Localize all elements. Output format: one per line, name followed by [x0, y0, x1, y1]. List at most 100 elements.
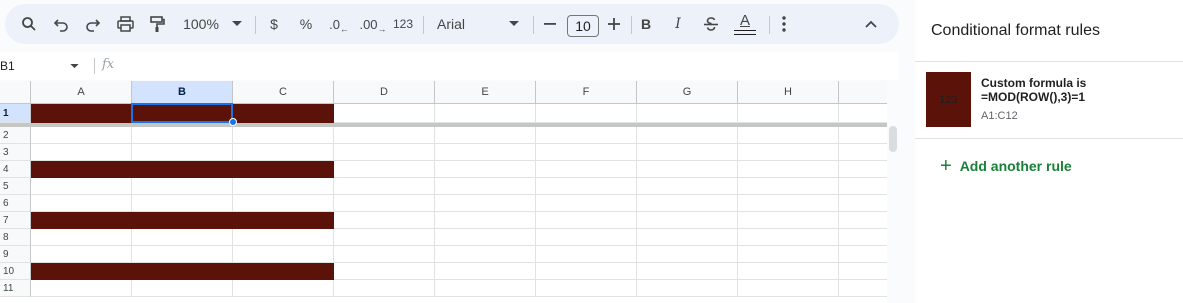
select-all-corner[interactable]: [0, 81, 31, 104]
decrease-font-size-icon[interactable]: [541, 4, 559, 44]
cell-c3[interactable]: [233, 144, 334, 161]
cell-b8[interactable]: [132, 229, 233, 246]
cell-c6[interactable]: [233, 195, 334, 212]
cell-b5[interactable]: [132, 178, 233, 195]
cell-g3[interactable]: [637, 144, 738, 161]
column-header-a[interactable]: A: [31, 81, 132, 104]
cell-i11[interactable]: [839, 280, 887, 297]
cell-c11[interactable]: [233, 280, 334, 297]
cell-c5[interactable]: [233, 178, 334, 195]
cell-a9[interactable]: [31, 246, 132, 263]
decrease-decimal-button[interactable]: .0 ←: [327, 4, 351, 44]
column-header-c[interactable]: C: [233, 81, 334, 104]
cell-c9[interactable]: [233, 246, 334, 263]
cell-f4[interactable]: [536, 161, 637, 178]
cell-a5[interactable]: [31, 178, 132, 195]
more-vert-icon[interactable]: [777, 4, 791, 44]
increase-decimal-button[interactable]: .00 →: [359, 4, 387, 44]
cell-e11[interactable]: [435, 280, 536, 297]
cell-e6[interactable]: [435, 195, 536, 212]
cell-d1[interactable]: [334, 104, 435, 123]
row-header-4[interactable]: 4: [0, 161, 31, 178]
cell-f3[interactable]: [536, 144, 637, 161]
column-header-f[interactable]: F: [536, 81, 637, 104]
cell-h11[interactable]: [738, 280, 839, 297]
column-header-b[interactable]: B: [132, 81, 233, 104]
cell-d5[interactable]: [334, 178, 435, 195]
column-header-h[interactable]: H: [738, 81, 839, 104]
undo-icon[interactable]: [51, 4, 71, 44]
cell-b6[interactable]: [132, 195, 233, 212]
cell-g4[interactable]: [637, 161, 738, 178]
cell-d9[interactable]: [334, 246, 435, 263]
cell-g1[interactable]: [637, 104, 738, 123]
cell-f11[interactable]: [536, 280, 637, 297]
cell-a7[interactable]: [31, 212, 132, 229]
cell-e4[interactable]: [435, 161, 536, 178]
cell-f10[interactable]: [536, 263, 637, 280]
cell-i4[interactable]: [839, 161, 887, 178]
cell-g5[interactable]: [637, 178, 738, 195]
formula-input[interactable]: [128, 52, 888, 80]
cell-f5[interactable]: [536, 178, 637, 195]
cell-e10[interactable]: [435, 263, 536, 280]
column-header-e[interactable]: E: [435, 81, 536, 104]
chevron-down-icon[interactable]: [231, 4, 243, 44]
row-header-3[interactable]: 3: [0, 144, 31, 161]
row-header-11[interactable]: 11: [0, 280, 31, 297]
cell-h7[interactable]: [738, 212, 839, 229]
italic-button[interactable]: I: [669, 4, 687, 44]
row-header-8[interactable]: 8: [0, 229, 31, 246]
cell-e9[interactable]: [435, 246, 536, 263]
cell-e5[interactable]: [435, 178, 536, 195]
vertical-scrollbar[interactable]: [889, 126, 897, 152]
column-header-g[interactable]: G: [637, 81, 738, 104]
cell-c2[interactable]: [233, 127, 334, 144]
cell-a6[interactable]: [31, 195, 132, 212]
cell-g11[interactable]: [637, 280, 738, 297]
cell-h5[interactable]: [738, 178, 839, 195]
cell-a8[interactable]: [31, 229, 132, 246]
currency-button[interactable]: $: [265, 4, 283, 44]
column-header-d[interactable]: D: [334, 81, 435, 104]
row-header-5[interactable]: 5: [0, 178, 31, 195]
cell-d2[interactable]: [334, 127, 435, 144]
cell-b9[interactable]: [132, 246, 233, 263]
cell-i3[interactable]: [839, 144, 887, 161]
bold-button[interactable]: B: [637, 4, 655, 44]
cell-i2[interactable]: [839, 127, 887, 144]
cell-h1[interactable]: [738, 104, 839, 123]
cell-i5[interactable]: [839, 178, 887, 195]
cell-f6[interactable]: [536, 195, 637, 212]
cell-d3[interactable]: [334, 144, 435, 161]
cell-b7[interactable]: [132, 212, 233, 229]
cell-c10[interactable]: [233, 263, 334, 280]
cell-i8[interactable]: [839, 229, 887, 246]
cell-d10[interactable]: [334, 263, 435, 280]
cell-g8[interactable]: [637, 229, 738, 246]
cell-a11[interactable]: [31, 280, 132, 297]
cell-i1[interactable]: [839, 104, 887, 123]
cell-d7[interactable]: [334, 212, 435, 229]
cell-b10[interactable]: [132, 263, 233, 280]
redo-icon[interactable]: [83, 4, 103, 44]
cell-a10[interactable]: [31, 263, 132, 280]
cell-h8[interactable]: [738, 229, 839, 246]
cell-h3[interactable]: [738, 144, 839, 161]
print-icon[interactable]: [115, 4, 135, 44]
cell-d11[interactable]: [334, 280, 435, 297]
cell-f1[interactable]: [536, 104, 637, 123]
cell-f2[interactable]: [536, 127, 637, 144]
cell-a1[interactable]: [31, 104, 132, 123]
cell-g6[interactable]: [637, 195, 738, 212]
cell-a2[interactable]: [31, 127, 132, 144]
cell-f9[interactable]: [536, 246, 637, 263]
paint-format-icon[interactable]: [147, 4, 167, 44]
cell-f7[interactable]: [536, 212, 637, 229]
percent-button[interactable]: %: [297, 4, 315, 44]
font-size-input[interactable]: 10: [567, 15, 599, 37]
cell-i10[interactable]: [839, 263, 887, 280]
cell-a3[interactable]: [31, 144, 132, 161]
cell-g10[interactable]: [637, 263, 738, 280]
cell-h10[interactable]: [738, 263, 839, 280]
